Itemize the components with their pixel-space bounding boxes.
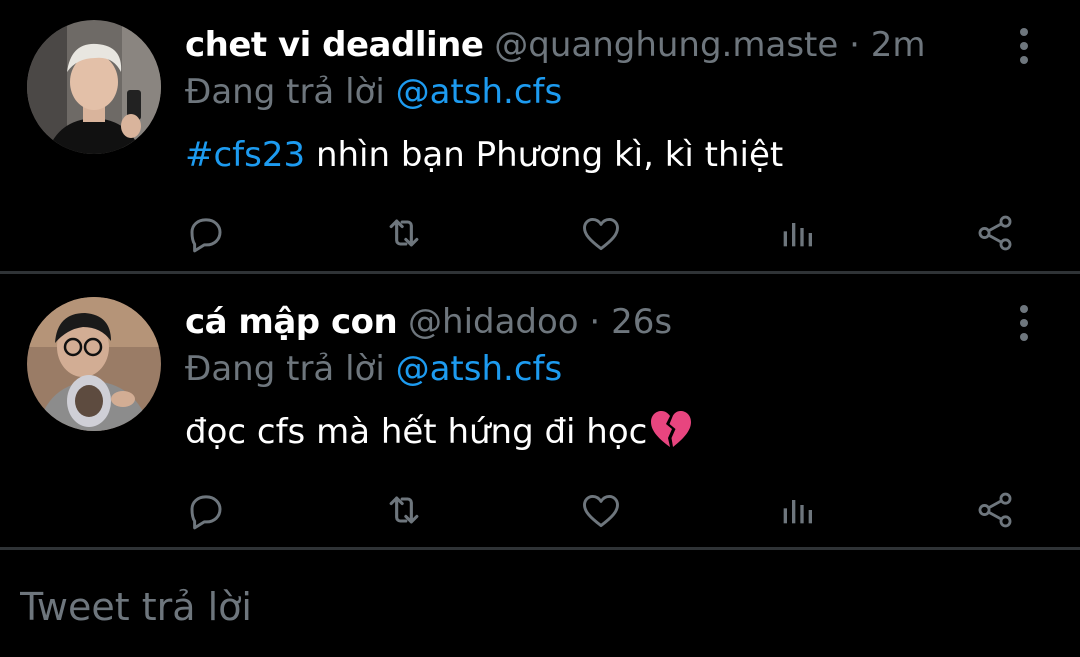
retweet-button[interactable] [379, 208, 429, 258]
tweet-text: #cfs23 nhìn bạn Phương kì, kì thiệt [185, 130, 783, 180]
avatar[interactable] [27, 20, 161, 154]
tweet-actions [0, 208, 1080, 258]
tweet-actions [0, 485, 1080, 535]
reply-button[interactable] [181, 485, 231, 535]
views-button[interactable] [772, 208, 822, 258]
tweet[interactable]: chet vi deadline @quanghung.maste · 2m Đ… [0, 0, 1080, 272]
views-button[interactable] [772, 485, 822, 535]
tweet-body: đọc cfs mà hết hứng đi học [185, 412, 648, 452]
retweet-icon [389, 219, 419, 247]
user-handle[interactable]: @hidadoo [408, 302, 579, 342]
like-button[interactable] [576, 485, 626, 535]
replying-to-label: Đang trả lời [185, 72, 396, 112]
share-button[interactable] [970, 208, 1020, 258]
tweet-header: cá mập con @hidadoo · 26s [185, 297, 672, 347]
more-options-icon[interactable] [1008, 26, 1040, 66]
avatar[interactable] [27, 297, 161, 431]
more-options-icon[interactable] [1008, 303, 1040, 343]
tweet-header: chet vi deadline @quanghung.maste · 2m [185, 20, 926, 70]
avatar-image [27, 297, 161, 431]
user-handle[interactable]: @quanghung.maste [494, 25, 838, 65]
mention-link[interactable]: @atsh.cfs [396, 72, 563, 112]
separator: · [578, 302, 612, 342]
reply-icon [190, 495, 222, 530]
tweet[interactable]: cá mập con @hidadoo · 26s Đang trả lời @… [0, 277, 1080, 549]
reply-icon [190, 218, 222, 253]
reply-input[interactable] [20, 582, 920, 632]
replying-to-label: Đang trả lời [185, 349, 396, 389]
tweet-text: đọc cfs mà hết hứng đi học [185, 407, 693, 457]
divider [0, 271, 1080, 274]
separator: · [838, 25, 871, 65]
mention-link[interactable]: @atsh.cfs [396, 349, 563, 389]
display-name[interactable]: cá mập con [185, 302, 398, 342]
tweet-body: nhìn bạn Phương kì, kì thiệt [305, 135, 784, 175]
replying-to: Đang trả lời @atsh.cfs [185, 67, 562, 117]
broken-heart-icon [651, 411, 692, 447]
views-icon [783, 223, 812, 247]
like-icon [583, 494, 619, 528]
display-name[interactable]: chet vi deadline [185, 25, 484, 65]
views-icon [783, 500, 812, 524]
reply-button[interactable] [181, 208, 231, 258]
reply-composer [0, 550, 1080, 657]
retweet-button[interactable] [379, 485, 429, 535]
hashtag-link[interactable]: #cfs23 [185, 135, 305, 175]
timestamp[interactable]: 26s [611, 302, 672, 342]
replying-to: Đang trả lời @atsh.cfs [185, 344, 562, 394]
avatar-image [27, 20, 161, 154]
timestamp[interactable]: 2m [871, 25, 926, 65]
like-button[interactable] [576, 208, 626, 258]
retweet-icon [389, 496, 419, 524]
share-button[interactable] [970, 485, 1020, 535]
share-icon [978, 215, 1012, 251]
share-icon [978, 492, 1012, 528]
like-icon [583, 217, 619, 251]
